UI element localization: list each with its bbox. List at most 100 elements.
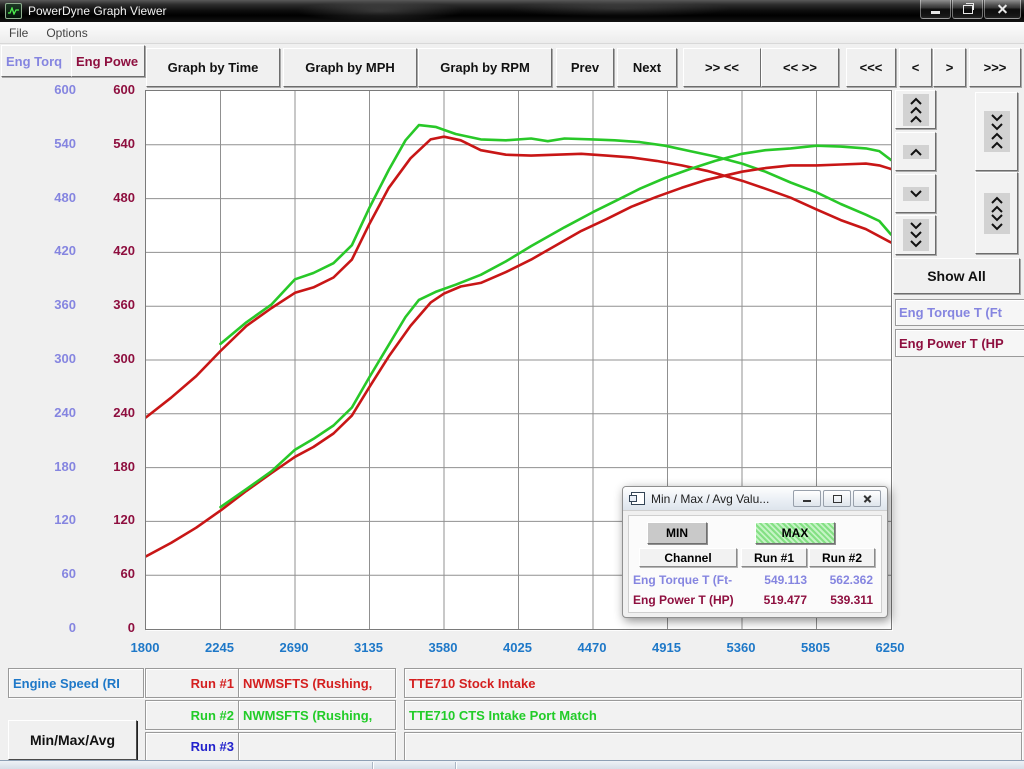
run2-description-box: TTE710 CTS Intake Port Match: [404, 700, 1022, 730]
x-tick-label: 2245: [188, 640, 252, 655]
graph-by-mph-button[interactable]: Graph by MPH: [283, 48, 417, 87]
row-channel-label: Eng Power T (HP): [629, 593, 745, 607]
title-bar: PowerDyne Graph Viewer: [0, 0, 1024, 22]
y-tick-label: 600: [113, 82, 135, 97]
y-tick-label: 300: [113, 351, 135, 366]
y-tick-label: 540: [54, 136, 76, 151]
minmax-window-title: Min / Max / Avg Valu...: [651, 492, 769, 506]
x-tick-label: 3580: [411, 640, 475, 655]
x-tick-label: 4915: [635, 640, 699, 655]
minmax-window-titlebar[interactable]: Min / Max / Avg Valu...: [623, 487, 887, 511]
minmax-window-icon: [631, 492, 645, 505]
y-tick-label: 480: [113, 190, 135, 205]
row-run1-value: 519.477: [745, 593, 807, 607]
row-channel-label: Eng Torque T (Ft-: [629, 573, 745, 587]
triple-chevron-up-icon: [903, 94, 929, 126]
minmax-avg-button[interactable]: Min/Max/Avg: [8, 720, 137, 760]
run2-file-box: NWMSFTS (Rushing,: [238, 700, 396, 730]
chevrons-outward-icon: [984, 193, 1010, 234]
scroll-far-right-button[interactable]: >>>: [969, 48, 1021, 87]
scale-up-fast-button[interactable]: [895, 90, 936, 129]
table-row: Eng Torque T (Ft- 549.113 562.362: [629, 572, 881, 588]
y-tick-label: 120: [54, 512, 76, 527]
menu-bar: File Options: [0, 22, 1024, 44]
column-header-channel: Channel: [639, 548, 737, 567]
zoom-in-x-button[interactable]: >> <<: [683, 48, 761, 87]
expand-scale-button[interactable]: [975, 172, 1018, 254]
close-icon: [997, 4, 1008, 15]
y-tick-label: 600: [54, 82, 76, 97]
y-tick-label: 240: [54, 405, 76, 420]
minimize-icon: [803, 500, 811, 502]
y-tick-label: 540: [113, 136, 135, 151]
y-tick-label: 60: [62, 566, 76, 581]
y-tick-label: 240: [113, 405, 135, 420]
app-icon: [5, 3, 22, 19]
rpm-axis-labels: 1800224526903135358040254470491553605805…: [0, 640, 1024, 658]
close-icon: [863, 494, 872, 503]
y-tick-label: 180: [54, 459, 76, 474]
y-tick-label: 420: [54, 243, 76, 258]
restore-button[interactable]: [952, 0, 983, 19]
scale-down-button[interactable]: [895, 174, 936, 213]
channel-eng-power-box[interactable]: Eng Power T (HP: [895, 329, 1024, 357]
min-toggle-button[interactable]: MIN: [647, 522, 707, 544]
run1-file-box: NWMSFTS (Rushing,: [238, 668, 396, 698]
zoom-out-x-button[interactable]: << >>: [761, 48, 839, 87]
run3-file-box: [238, 732, 396, 761]
y-tick-label: 360: [113, 297, 135, 312]
x-tick-label: 1800: [113, 640, 177, 655]
y-tick-label: 360: [54, 297, 76, 312]
minmax-values-window: Min / Max / Avg Valu... MIN MAX Channel …: [622, 486, 888, 618]
row-run2-value: 562.362: [807, 573, 873, 587]
x-tick-label: 3135: [337, 640, 401, 655]
y-tick-label: 60: [121, 566, 135, 581]
row-run2-value: 539.311: [807, 593, 873, 607]
graph-by-rpm-button[interactable]: Graph by RPM: [418, 48, 552, 87]
minimize-icon: [931, 11, 940, 14]
y-tick-label: 180: [113, 459, 135, 474]
minmax-minimize-button[interactable]: [793, 490, 821, 507]
chevron-up-icon: [903, 145, 929, 159]
x-tick-label: 5805: [784, 640, 848, 655]
y-tick-label: 0: [128, 620, 135, 635]
scale-up-button[interactable]: [895, 132, 936, 171]
y-tick-label: 420: [113, 243, 135, 258]
triple-chevron-down-icon: [903, 219, 929, 251]
y-tick-label: 480: [54, 190, 76, 205]
next-button[interactable]: Next: [617, 48, 677, 87]
minmax-window-body: MIN MAX Channel Run #1 Run #2 Eng Torque…: [628, 515, 882, 613]
restore-icon: [833, 495, 842, 503]
column-header-run1: Run #1: [741, 548, 807, 567]
x-tick-label: 5360: [709, 640, 773, 655]
x-tick-label: 4470: [560, 640, 624, 655]
scale-down-fast-button[interactable]: [895, 215, 936, 255]
close-button[interactable]: [984, 0, 1021, 19]
chevron-down-icon: [903, 187, 929, 201]
minmax-restore-button[interactable]: [823, 490, 851, 507]
x-channel-box[interactable]: Engine Speed (RI: [8, 668, 144, 698]
run2-label-box: Run #2: [145, 700, 240, 730]
minimize-button[interactable]: [920, 0, 951, 19]
x-tick-label: 4025: [486, 640, 550, 655]
run3-description-box: [404, 732, 1022, 761]
run1-description-box: TTE710 Stock Intake: [404, 668, 1022, 698]
restore-icon: [963, 5, 973, 14]
prev-button[interactable]: Prev: [556, 48, 614, 87]
show-all-button[interactable]: Show All: [893, 258, 1020, 294]
titlebar-gloss: [200, 0, 800, 22]
run3-label-box: Run #3: [145, 732, 240, 761]
minmax-close-button[interactable]: [853, 490, 881, 507]
row-run1-value: 549.113: [745, 573, 807, 587]
powerdyne-window: { "window": { "title": "PowerDyne Graph …: [0, 0, 1024, 768]
scroll-left-button[interactable]: <: [899, 48, 932, 87]
scroll-right-button[interactable]: >: [933, 48, 966, 87]
channel-eng-torque-box[interactable]: Eng Torque T (Ft: [895, 299, 1024, 326]
graph-by-time-button[interactable]: Graph by Time: [146, 48, 280, 87]
compress-scale-button[interactable]: [975, 92, 1018, 171]
column-header-run2: Run #2: [809, 548, 875, 567]
scroll-far-left-button[interactable]: <<<: [846, 48, 896, 87]
chevrons-inward-icon: [984, 111, 1010, 152]
max-toggle-button[interactable]: MAX: [755, 522, 835, 544]
y-tick-label: 120: [113, 512, 135, 527]
